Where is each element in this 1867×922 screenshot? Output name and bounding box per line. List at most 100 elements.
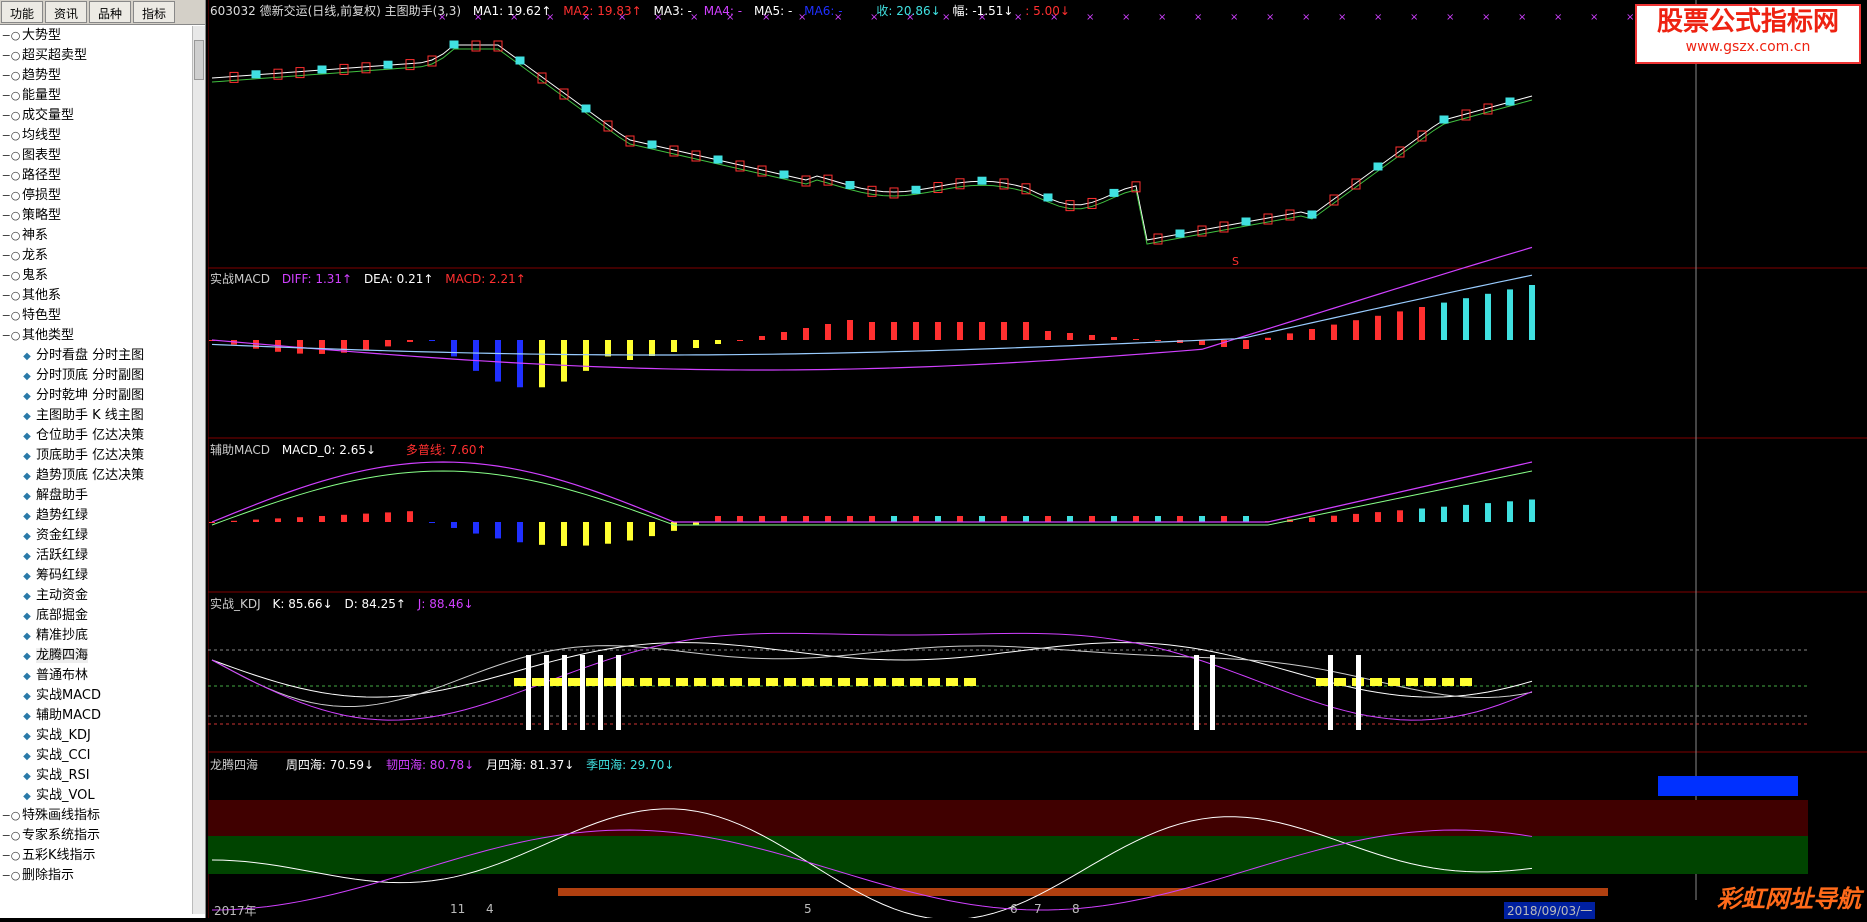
x-mark: × [1122, 12, 1130, 23]
tree-item[interactable]: −○ 删除指示 [0, 866, 196, 886]
tree-item-label: 特殊画线指标 [22, 808, 101, 823]
tree-item[interactable]: −○ 专家系统指示 [0, 826, 196, 846]
tree-item-label: 龙系 [22, 248, 49, 263]
tree-item[interactable]: ◆ 普通布林 [0, 666, 196, 686]
tree-item[interactable]: ◆ 资金红绿 [0, 526, 196, 546]
tab-news[interactable]: 资讯 [45, 1, 88, 23]
aux-bar [737, 516, 743, 522]
tree-item[interactable]: −○ 策略型 [0, 206, 196, 226]
macd-bar [1529, 285, 1535, 340]
tree-node-icon: −○ [1, 29, 21, 42]
aux-duo: 多普线: 7.60↑ [405, 443, 487, 457]
amp-value: 幅: -1.51↓ [952, 4, 1014, 18]
tree-item-label: 趋势顶底 亿达决策 [36, 468, 145, 483]
tree-item-label: 能量型 [22, 88, 62, 103]
tab-symbol[interactable]: 品种 [89, 1, 132, 23]
axis-m8: 8 [1072, 902, 1080, 916]
tree-item[interactable]: ◆ 辅助MACD [0, 706, 196, 726]
watermark-url: www.gszx.com.cn [1685, 39, 1811, 55]
tree-item[interactable]: ◆ 趋势顶底 亿达决策 [0, 466, 196, 486]
tree-item[interactable]: ◆ 趋势红绿 [0, 506, 196, 526]
tree-node-icon: −○ [1, 189, 21, 202]
tab-indicator[interactable]: 指标 [133, 1, 176, 23]
sidebar-scrollbar[interactable] [192, 26, 205, 914]
macd-bar [979, 322, 985, 340]
tree-item[interactable]: ◆ 分时乾坤 分时副图 [0, 386, 196, 406]
tree-item[interactable]: ◆ 实战_KDJ [0, 726, 196, 746]
tree-item[interactable]: ◆ 分时看盘 分时主图 [0, 346, 196, 366]
tree-item[interactable]: ◆ 实战MACD [0, 686, 196, 706]
kdj-white-bar [1328, 655, 1333, 730]
tree-item[interactable]: ◆ 解盘助手 [0, 486, 196, 506]
aux-bar [451, 522, 457, 528]
aux-bar [825, 516, 831, 522]
macd-bar [935, 322, 941, 340]
macd-bar [1287, 333, 1293, 340]
kdj-yellow-mark [1424, 678, 1436, 686]
macd-bar [649, 340, 655, 356]
tree-item[interactable]: ◆ 底部掘金 [0, 606, 196, 626]
aux-bar [1529, 499, 1535, 522]
macd-bar [693, 340, 699, 348]
tree-item-label: 辅助MACD [36, 708, 101, 723]
tree-item[interactable]: −○ 成交量型 [0, 106, 196, 126]
tree-item-label: 底部掘金 [36, 608, 89, 623]
sihai-header: 龙腾四海 周四海: 70.59↓ 韧四海: 80.78↓ 月四海: 81.37↓… [210, 756, 682, 773]
tree-item[interactable]: ◆ 顶底助手 亿达决策 [0, 446, 196, 466]
tree-item[interactable]: −○ 路径型 [0, 166, 196, 186]
tree-item[interactable]: ◆ 筹码红绿 [0, 566, 196, 586]
tree-item[interactable]: −○ 超买超卖型 [0, 46, 196, 66]
tree-item[interactable]: ◆ 精准抄底 [0, 626, 196, 646]
x-mark: × [1518, 12, 1526, 23]
aux-bar [517, 522, 523, 543]
ma3-value: MA3: - [653, 4, 692, 18]
aux-bar [473, 522, 479, 534]
tree-item[interactable]: ◆ 实战_CCI [0, 746, 196, 766]
tree-item[interactable]: ◆ 仓位助手 亿达决策 [0, 426, 196, 446]
tree-item[interactable]: −○ 其他类型 [0, 326, 196, 346]
diamond-icon: ◆ [23, 651, 31, 662]
tree-item[interactable]: −○ 五彩K线指示 [0, 846, 196, 866]
candle [449, 40, 459, 49]
macd-bar [407, 340, 413, 342]
scrollbar-thumb[interactable] [194, 40, 204, 80]
kdj-yellow-mark [1334, 678, 1346, 686]
tree-item[interactable]: −○ 停损型 [0, 186, 196, 206]
aux-bar [275, 518, 281, 522]
tree-item[interactable]: −○ 图表型 [0, 146, 196, 166]
macd-bar [759, 336, 765, 340]
tree-item-label: 超买超卖型 [22, 48, 88, 63]
kdj-yellow-mark [964, 678, 976, 686]
ma5-value: MA5: - [753, 4, 793, 18]
tree-item[interactable]: −○ 特殊画线指标 [0, 806, 196, 826]
tree-item[interactable]: −○ 能量型 [0, 86, 196, 106]
tree-item[interactable]: −○ 大势型 [0, 26, 196, 46]
sihai-red-band [208, 800, 1808, 836]
tree-item[interactable]: ◆ 分时顶底 分时副图 [0, 366, 196, 386]
tree-item[interactable]: ◆ 实战_RSI [0, 766, 196, 786]
tree-item[interactable]: −○ 神系 [0, 226, 196, 246]
tree-item[interactable]: ◆ 活跃红绿 [0, 546, 196, 566]
diamond-icon: ◆ [23, 491, 31, 502]
ma1-value: MA1: 19.62↑ [472, 4, 552, 18]
tree-item[interactable]: −○ 龙系 [0, 246, 196, 266]
tree-item[interactable]: ◆ 实战_VOL [0, 786, 196, 806]
candle [1175, 229, 1185, 238]
tree-item[interactable]: ◆ 主图助手 K 线主图 [0, 406, 196, 426]
chart-area[interactable]: ×××××××××××××××××××××××××××××××××××××× 6… [207, 0, 1867, 921]
tree-item[interactable]: −○ 特色型 [0, 306, 196, 326]
aux-bar [1023, 516, 1029, 522]
tree-item[interactable]: −○ 均线型 [0, 126, 196, 146]
tree-item[interactable]: ◆ 主动资金 [0, 586, 196, 606]
kdj-yellow-mark [892, 678, 904, 686]
kdj-white-bar [1210, 655, 1215, 730]
tab-function[interactable]: 功能 [1, 1, 44, 23]
tree-item[interactable]: −○ 趋势型 [0, 66, 196, 86]
tree-item[interactable]: ◆ 龙腾四海 [0, 646, 196, 666]
tree-item[interactable]: −○ 鬼系 [0, 266, 196, 286]
tree-item-label: 实战_VOL [36, 788, 95, 803]
tree-node-icon: −○ [1, 149, 21, 162]
tree-item-label: 删除指示 [22, 868, 75, 883]
tree-item[interactable]: −○ 其他系 [0, 286, 196, 306]
aux-bar [979, 516, 985, 522]
